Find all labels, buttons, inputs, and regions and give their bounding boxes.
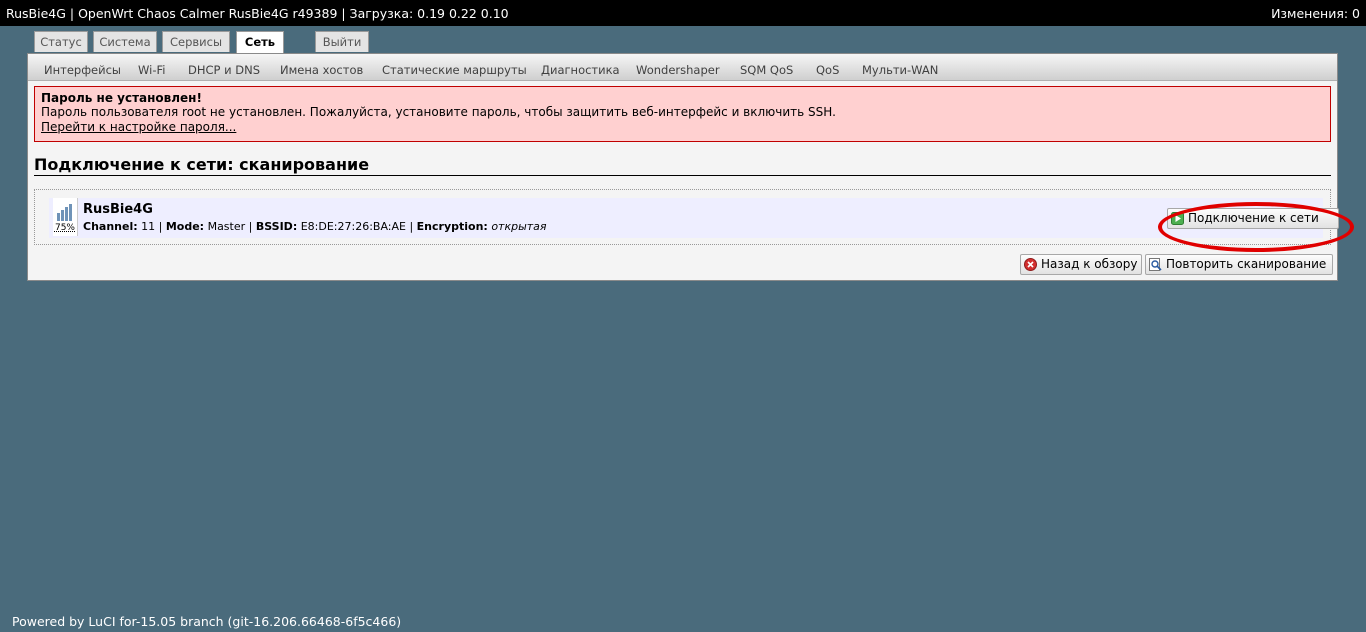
cancel-icon	[1024, 258, 1037, 271]
subnav-item-static-routes[interactable]: Статические маршруты	[382, 63, 527, 77]
set-password-link[interactable]: Перейти к настройке пароля...	[41, 120, 236, 134]
detail-separator: |	[155, 220, 166, 233]
page-title: Подключение к сети: сканирование	[34, 156, 1331, 176]
signal-bars-icon	[57, 204, 72, 221]
tab-status[interactable]: Статус	[34, 31, 88, 52]
encryption-label: Encryption:	[416, 220, 488, 233]
mode-value: Master	[207, 220, 246, 233]
host-info: RusBie4G | OpenWrt Chaos Calmer RusBie4G…	[6, 6, 509, 21]
top-status-bar: RusBie4G | OpenWrt Chaos Calmer RusBie4G…	[0, 0, 1366, 26]
subnav-item-multiwan[interactable]: Мульти-WAN	[862, 63, 938, 77]
network-row: 75% RusBie4G Channel: 11 | Mode: Master …	[49, 198, 1354, 252]
alert-message: Пароль пользователя root не установлен. …	[41, 105, 836, 119]
play-icon	[1171, 212, 1184, 225]
tab-logout[interactable]: Выйти	[315, 31, 369, 52]
subnav-bar: Интерфейсы Wi-Fi DHCP и DNS Имена хостов…	[28, 54, 1337, 81]
connect-network-button[interactable]: Подключение к сети	[1167, 208, 1339, 229]
network-details: Channel: 11 | Mode: Master | BSSID: E8:D…	[83, 220, 547, 233]
subnav-item-qos[interactable]: QoS	[816, 63, 839, 77]
tab-system[interactable]: Система	[93, 31, 157, 52]
back-to-overview-button[interactable]: Назад к обзору	[1020, 254, 1142, 275]
subnav-item-dhcp-dns[interactable]: DHCP и DNS	[188, 63, 260, 77]
subnav-item-diagnostics[interactable]: Диагностика	[541, 63, 620, 77]
footer-credit: Powered by LuCI for-15.05 branch (git-16…	[12, 614, 402, 629]
back-button-label: Назад к обзору	[1041, 257, 1138, 271]
password-alert: Пароль не установлен! Пароль пользовател…	[34, 86, 1331, 142]
channel-label: Channel:	[83, 220, 138, 233]
encryption-value: открытая	[491, 220, 547, 233]
signal-indicator: 75%	[53, 198, 78, 236]
rescan-button-label: Повторить сканирование	[1166, 257, 1327, 271]
subnav-item-hostnames[interactable]: Имена хостов	[280, 63, 363, 77]
tab-network[interactable]: Сеть	[236, 31, 284, 53]
scan-results: 75% RusBie4G Channel: 11 | Mode: Master …	[34, 189, 1354, 252]
subnav-item-sqm-qos[interactable]: SQM QoS	[740, 63, 793, 77]
detail-separator: |	[245, 220, 256, 233]
bssid-label: BSSID:	[255, 220, 298, 233]
rescan-button[interactable]: Повторить сканирование	[1145, 254, 1333, 275]
detail-separator: |	[405, 220, 417, 233]
channel-value: 11	[141, 220, 156, 233]
subnav-item-wifi[interactable]: Wi-Fi	[138, 63, 165, 77]
search-icon	[1149, 258, 1162, 271]
subnav-item-wondershaper[interactable]: Wondershaper	[636, 63, 720, 77]
mode-label: Mode:	[165, 220, 205, 233]
connect-button-label: Подключение к сети	[1188, 211, 1319, 225]
signal-percent: 75%	[54, 223, 75, 233]
bssid-value: E8:DE:27:26:BA:AE	[300, 220, 406, 233]
alert-title: Пароль не установлен!	[41, 91, 202, 105]
main-panel: Интерфейсы Wi-Fi DHCP и DNS Имена хостов…	[27, 53, 1354, 281]
network-ssid: RusBie4G	[83, 202, 153, 217]
subnav-item-interfaces[interactable]: Интерфейсы	[44, 63, 121, 77]
tab-services[interactable]: Сервисы	[162, 31, 230, 52]
changes-counter[interactable]: Изменения: 0	[1271, 6, 1360, 21]
